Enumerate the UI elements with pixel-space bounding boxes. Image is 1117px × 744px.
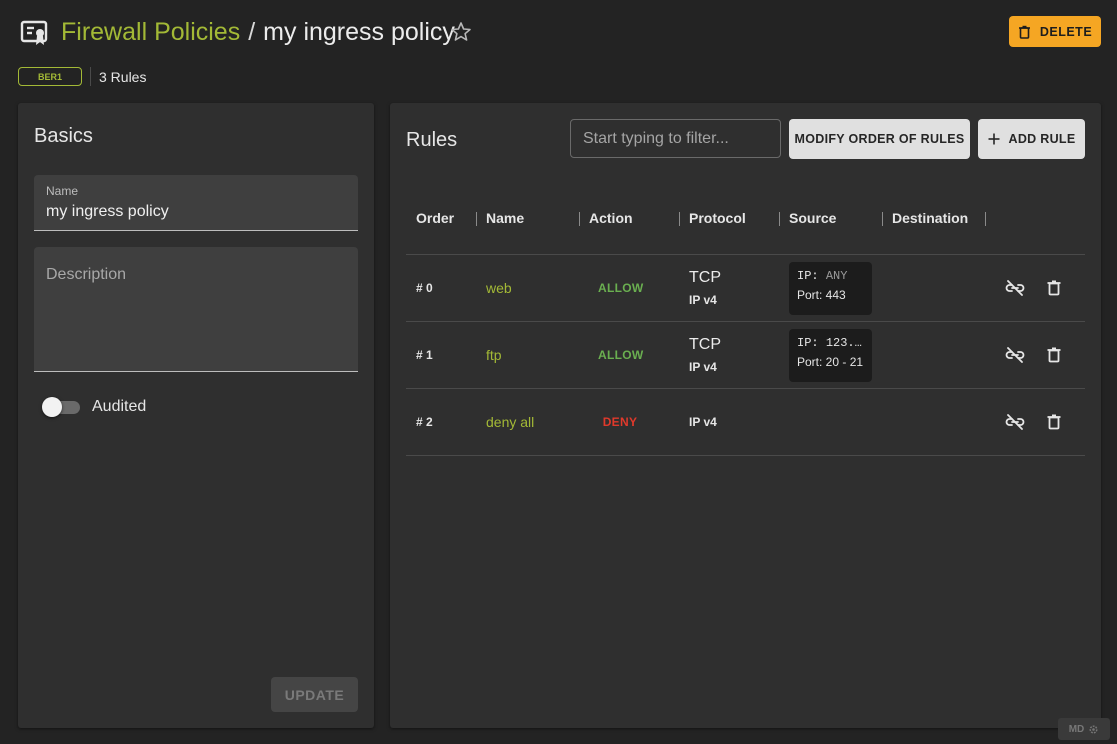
source-ip-label: IP:	[797, 269, 819, 283]
source-ip: ANY	[825, 269, 848, 283]
row-divider	[406, 455, 1085, 456]
rule-ip-version: IP v4	[689, 360, 717, 374]
description-placeholder: Description	[46, 266, 127, 283]
rule-name[interactable]: web	[486, 280, 512, 296]
rule-protocol: TCP	[689, 269, 721, 286]
policy-title: my ingress policy	[263, 18, 455, 46]
source-ip: 123.…	[825, 336, 862, 350]
column-divider	[679, 212, 680, 226]
add-rule-label: ADD RULE	[1008, 132, 1076, 146]
column-header-protocol[interactable]: Protocol	[689, 210, 746, 226]
column-header-order[interactable]: Order	[416, 210, 454, 226]
link-off-icon[interactable]	[1004, 277, 1026, 299]
header-divider	[90, 67, 91, 86]
basics-card: Basics Name my ingress policy Descriptio…	[18, 103, 374, 728]
delete-policy-button[interactable]: DELETE	[1009, 16, 1101, 47]
source-port: Port: 20 - 21	[797, 355, 864, 369]
column-divider	[476, 212, 477, 226]
link-off-icon[interactable]	[1004, 411, 1026, 433]
rules-card: Rules MODIFY ORDER OF RULES ADD RULE Ord…	[390, 103, 1101, 728]
column-divider	[779, 212, 780, 226]
rule-order: # 2	[416, 415, 433, 429]
rule-name[interactable]: ftp	[486, 347, 502, 363]
firewall-policy-icon	[20, 20, 48, 45]
name-field[interactable]: Name my ingress policy	[34, 175, 358, 231]
rule-ip-version: IP v4	[689, 293, 717, 307]
column-header-source[interactable]: Source	[789, 210, 836, 226]
rule-name[interactable]: deny all	[486, 414, 534, 430]
source-ip-label: IP:	[797, 336, 819, 350]
rule-action: ALLOW	[598, 281, 644, 295]
location-tag: BER1	[18, 67, 82, 86]
table-row[interactable]: # 0 web ALLOW TCP IP v4 IP: ANY Port: 44…	[406, 255, 1085, 321]
plus-icon	[988, 133, 999, 145]
column-divider	[882, 212, 883, 226]
trash-icon	[1018, 25, 1030, 39]
modify-order-button[interactable]: MODIFY ORDER OF RULES	[789, 119, 970, 159]
breadcrumb-firewall-policies[interactable]: Firewall Policies	[61, 18, 240, 46]
audited-toggle[interactable]	[42, 396, 80, 418]
add-rule-button[interactable]: ADD RULE	[978, 119, 1085, 159]
star-outline-icon[interactable]	[449, 20, 473, 44]
md-badge-label: MD	[1068, 723, 1085, 735]
basics-title: Basics	[34, 125, 93, 147]
column-divider	[579, 212, 580, 226]
audited-toggle-knob	[42, 397, 62, 417]
rule-source: IP: 123.… Port: 20 - 21	[789, 329, 872, 382]
rule-action: ALLOW	[598, 348, 644, 362]
table-row[interactable]: # 1 ftp ALLOW TCP IP v4 IP: 123.… Port: …	[406, 322, 1085, 388]
gear-icon	[1089, 724, 1098, 734]
rule-count: 3 Rules	[99, 69, 147, 85]
rule-order: # 1	[416, 348, 433, 362]
page-title: Firewall Policies / my ingress policy	[61, 16, 455, 48]
column-divider	[985, 212, 986, 226]
rule-action: DENY	[602, 415, 638, 429]
delete-label: DELETE	[1039, 24, 1093, 39]
rule-order: # 0	[416, 281, 433, 295]
source-port: Port: 443	[797, 288, 846, 302]
rules-filter-input[interactable]	[570, 119, 781, 158]
rules-title: Rules	[406, 129, 458, 151]
trash-icon[interactable]	[1043, 344, 1065, 366]
column-header-name[interactable]: Name	[486, 210, 524, 226]
name-field-value[interactable]: my ingress policy	[46, 203, 169, 221]
link-off-icon[interactable]	[1004, 344, 1026, 366]
rule-ip-version: IP v4	[689, 415, 717, 429]
md-badge[interactable]: MD	[1058, 718, 1110, 740]
description-field[interactable]: Description	[34, 247, 358, 372]
trash-icon[interactable]	[1043, 277, 1065, 299]
trash-icon[interactable]	[1043, 411, 1065, 433]
audited-label: Audited	[92, 398, 147, 415]
rule-source: IP: ANY Port: 443	[789, 262, 872, 315]
update-button[interactable]: UPDATE	[271, 677, 358, 712]
name-field-label: Name	[46, 184, 79, 198]
table-row[interactable]: # 2 deny all DENY IP v4	[406, 389, 1085, 455]
column-header-destination[interactable]: Destination	[892, 210, 968, 226]
page-header: Firewall Policies / my ingress policy DELE…	[0, 0, 1117, 100]
column-header-action[interactable]: Action	[589, 210, 633, 226]
breadcrumb-separator: /	[248, 18, 256, 46]
rule-protocol: TCP	[689, 336, 721, 353]
